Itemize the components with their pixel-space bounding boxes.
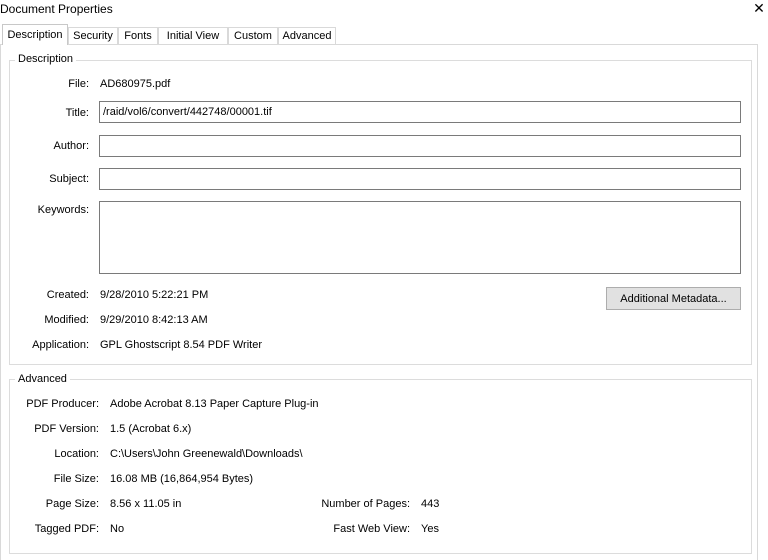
pdf-producer-label: PDF Producer: xyxy=(26,398,99,410)
modified-value: 9/29/2010 8:42:13 AM xyxy=(100,314,208,326)
tab-initial-view[interactable]: Initial View xyxy=(158,27,228,44)
keywords-field[interactable] xyxy=(99,201,741,274)
pdf-version-value: 1.5 (Acrobat 6.x) xyxy=(110,423,192,435)
title-field[interactable] xyxy=(99,101,741,123)
file-value: AD680975.pdf xyxy=(100,78,171,90)
description-legend: Description xyxy=(15,53,77,65)
additional-metadata-button[interactable]: Additional Metadata... xyxy=(606,287,741,310)
number-of-pages-label: Number of Pages: xyxy=(321,498,410,510)
tab-fonts[interactable]: Fonts xyxy=(118,27,158,44)
window-title: Document Properties xyxy=(0,2,113,16)
fast-web-view-label: Fast Web View: xyxy=(333,523,410,535)
keywords-label: Keywords: xyxy=(37,204,89,216)
close-icon[interactable]: ✕ xyxy=(752,0,766,16)
pdf-producer-value: Adobe Acrobat 8.13 Paper Capture Plug-in xyxy=(110,398,319,410)
application-value: GPL Ghostscript 8.54 PDF Writer xyxy=(100,339,262,351)
number-of-pages-value: 443 xyxy=(421,498,440,510)
advanced-legend: Advanced xyxy=(15,373,70,385)
created-label: Created: xyxy=(46,289,89,301)
tagged-pdf-label: Tagged PDF: xyxy=(34,523,99,535)
application-label: Application: xyxy=(32,339,89,351)
location-value: C:\Users\John Greenewald\Downloads\ xyxy=(110,448,303,460)
location-label: Location: xyxy=(54,448,99,460)
file-size-label: File Size: xyxy=(53,473,99,485)
pdf-version-label: PDF Version: xyxy=(34,423,99,435)
author-field[interactable] xyxy=(99,135,741,157)
tab-panel: Description File: AD680975.pdf Title: Au… xyxy=(0,44,758,560)
author-label: Author: xyxy=(53,140,89,152)
file-label: File: xyxy=(68,78,89,90)
created-value: 9/28/2010 5:22:21 PM xyxy=(100,289,209,301)
modified-label: Modified: xyxy=(44,314,89,326)
page-size-value: 8.56 x 11.05 in xyxy=(110,498,182,510)
tab-security[interactable]: Security xyxy=(68,27,118,44)
subject-field[interactable] xyxy=(99,168,741,190)
title-label: Title: xyxy=(65,107,89,119)
page-size-label: Page Size: xyxy=(45,498,99,510)
tab-advanced[interactable]: Advanced xyxy=(278,27,336,44)
tab-custom[interactable]: Custom xyxy=(228,27,278,44)
tab-description[interactable]: Description xyxy=(2,24,68,45)
tagged-pdf-value: No xyxy=(110,523,125,535)
subject-label: Subject: xyxy=(49,173,89,185)
fast-web-view-value: Yes xyxy=(421,523,439,535)
file-size-value: 16.08 MB (16,864,954 Bytes) xyxy=(110,473,254,485)
